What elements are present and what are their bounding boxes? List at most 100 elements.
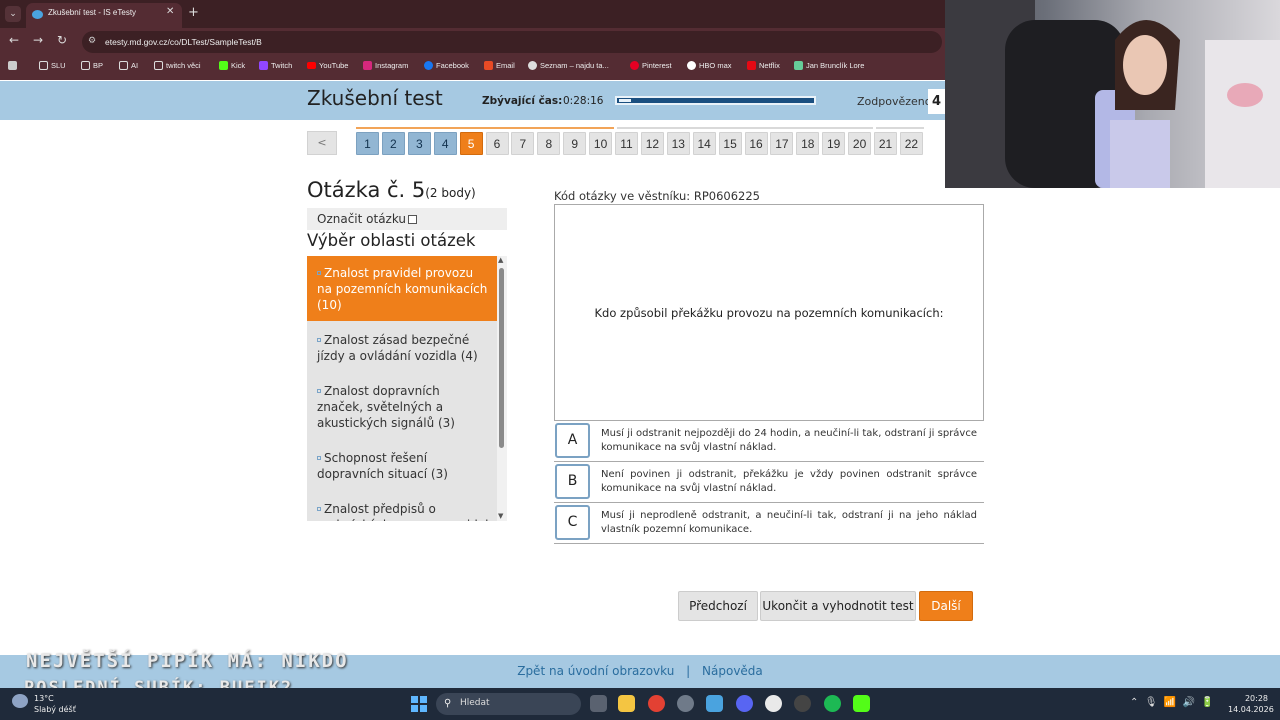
- scroll-up-icon[interactable]: ▲: [498, 256, 503, 264]
- spotify-icon[interactable]: [824, 695, 841, 712]
- question-code: Kód otázky ve věstníku: RP0606225: [554, 189, 760, 203]
- areas-scrollbar[interactable]: ▲ ▼: [497, 256, 507, 521]
- bullet-icon: [317, 389, 321, 393]
- area-item[interactable]: Schopnost řešení dopravních situací (3): [307, 441, 497, 490]
- question-nav-7[interactable]: 7: [511, 132, 535, 155]
- kick-icon[interactable]: [853, 695, 870, 712]
- question-number: Otázka č. 5(2 body): [307, 178, 476, 202]
- weather-widget[interactable]: 13°C Slabý déšť: [34, 693, 76, 715]
- area-item[interactable]: Znalost předpisů o podmínkách provozu vo…: [307, 492, 497, 521]
- answered-count: 4: [928, 89, 945, 114]
- chrome-icon[interactable]: [648, 695, 665, 712]
- bookmark-twitch-veci[interactable]: twitch věci: [154, 61, 201, 70]
- area-item[interactable]: Znalost pravidel provozu na pozemních ko…: [307, 256, 497, 321]
- bookmark-youtube[interactable]: YouTube: [307, 61, 348, 70]
- next-button[interactable]: Další: [919, 591, 973, 621]
- start-icon[interactable]: [411, 696, 427, 712]
- scroll-down-icon[interactable]: ▼: [498, 512, 503, 520]
- question-nav-17[interactable]: 17: [770, 132, 794, 155]
- finish-test-button[interactable]: Ukončit a vyhodnotit test: [760, 591, 916, 621]
- question-nav-3[interactable]: 3: [407, 132, 431, 155]
- mark-question[interactable]: Označit otázku: [307, 208, 507, 230]
- question-nav-20[interactable]: 20: [848, 132, 872, 155]
- bookmark-facebook[interactable]: Facebook: [424, 61, 469, 70]
- question-nav-18[interactable]: 18: [796, 132, 820, 155]
- system-tray[interactable]: ⌃ 🎙 📶 🔊 🔋: [1130, 697, 1214, 708]
- question-nav-10[interactable]: 10: [589, 132, 613, 155]
- question-nav-4[interactable]: 4: [433, 132, 457, 155]
- answer-option-b[interactable]: B Není povinen ji odstranit, překážku je…: [554, 462, 984, 503]
- help-link[interactable]: Nápověda: [702, 664, 763, 678]
- question-text: Kdo způsobil překážku provozu na pozemní…: [594, 306, 944, 320]
- bookmark-kick[interactable]: Kick: [219, 61, 245, 70]
- bookmark-slu[interactable]: SLU: [39, 61, 66, 70]
- answer-letter[interactable]: A: [555, 423, 590, 458]
- previous-button[interactable]: Předchozí: [678, 591, 758, 621]
- answer-option-c[interactable]: C Musí ji neprodleně odstranit, a neučin…: [554, 503, 984, 544]
- answer-text: Musí ji neprodleně odstranit, a neučiní-…: [601, 510, 977, 535]
- time-value: 0:28:16: [563, 95, 604, 107]
- question-nav-2[interactable]: 2: [381, 132, 405, 155]
- new-tab-button[interactable]: +: [188, 5, 199, 20]
- bookmark-netflix[interactable]: Netflix: [747, 61, 780, 70]
- nav-group-line: [356, 127, 614, 129]
- tab-title: Zkušební test - IS eTesty: [48, 8, 137, 17]
- site-info-icon[interactable]: ⚙: [88, 36, 96, 46]
- question-nav-1[interactable]: 1: [356, 132, 379, 155]
- question-nav-8[interactable]: 8: [537, 132, 561, 155]
- question-nav-14[interactable]: 14: [692, 132, 716, 155]
- bookmark-email[interactable]: Email: [484, 61, 515, 70]
- webcam-image: [945, 0, 1280, 188]
- apps-icon[interactable]: [8, 61, 17, 70]
- bookmark-seznam[interactable]: Seznam – najdu ta...: [528, 61, 609, 70]
- question-nav-5[interactable]: 5: [459, 132, 483, 155]
- question-nav-15[interactable]: 15: [718, 132, 742, 155]
- discord-icon[interactable]: [736, 695, 753, 712]
- time-label: Zbývající čas:: [482, 95, 563, 107]
- area-item[interactable]: Znalost zásad bezpečné jízdy a ovládání …: [307, 323, 497, 372]
- mark-question-checkbox[interactable]: [408, 215, 418, 224]
- bookmark-hbo[interactable]: HBO max: [687, 61, 732, 70]
- question-nav-21[interactable]: 21: [874, 132, 897, 155]
- settings-icon[interactable]: [677, 695, 694, 712]
- close-tab-icon[interactable]: ✕: [166, 6, 174, 17]
- prev-question-button[interactable]: <: [307, 131, 337, 155]
- bullet-icon: [317, 507, 321, 511]
- scrollbar-thumb[interactable]: [499, 268, 504, 448]
- reload-icon[interactable]: ↻: [57, 33, 67, 47]
- file-explorer-icon[interactable]: [618, 695, 635, 712]
- taskbar-search[interactable]: Hledat: [436, 693, 581, 715]
- answer-letter[interactable]: C: [555, 505, 590, 540]
- home-link[interactable]: Zpět na úvodní obrazovku: [517, 664, 674, 678]
- area-item[interactable]: Znalost dopravních značek, světelných a …: [307, 374, 497, 439]
- question-nav-6[interactable]: 6: [485, 132, 509, 155]
- question-nav-16[interactable]: 16: [744, 132, 768, 155]
- search-icon: ⚲: [444, 698, 452, 709]
- bookmark-bp[interactable]: BP: [81, 61, 103, 70]
- music-icon[interactable]: [765, 695, 782, 712]
- answer-option-a[interactable]: A Musí ji odstranit nejpozději do 24 hod…: [554, 421, 984, 462]
- answer-text: Není povinen ji odstranit, překážku je v…: [601, 469, 977, 494]
- question-nav-13[interactable]: 13: [666, 132, 690, 155]
- tab-search-icon[interactable]: ⌄: [5, 6, 21, 22]
- question-nav-11[interactable]: 11: [615, 132, 638, 155]
- task-view-icon[interactable]: [590, 695, 607, 712]
- answer-letter[interactable]: B: [555, 464, 590, 499]
- obs-icon[interactable]: [794, 695, 811, 712]
- bookmark-lore[interactable]: Jan Brunclík Lore: [794, 61, 864, 70]
- question-nav-9[interactable]: 9: [563, 132, 587, 155]
- weather-icon[interactable]: [12, 694, 28, 708]
- bookmark-twitch[interactable]: Twitch: [259, 61, 292, 70]
- forward-icon[interactable]: →: [33, 33, 43, 47]
- question-nav-12[interactable]: 12: [640, 132, 664, 155]
- photos-icon[interactable]: [706, 695, 723, 712]
- bookmark-ai[interactable]: AI: [119, 61, 138, 70]
- clock-date: 14.04.2026: [1228, 705, 1274, 714]
- browser-tab[interactable]: Zkušební test - IS eTesty ✕: [26, 3, 182, 28]
- bookmark-instagram[interactable]: Instagram: [363, 61, 408, 70]
- back-icon[interactable]: ←: [9, 33, 19, 47]
- question-nav-19[interactable]: 19: [822, 132, 846, 155]
- bookmark-pinterest[interactable]: Pinterest: [630, 61, 672, 70]
- question-nav-22[interactable]: 22: [899, 132, 923, 155]
- taskbar-clock[interactable]: 20:28 14.04.2026: [1228, 693, 1274, 715]
